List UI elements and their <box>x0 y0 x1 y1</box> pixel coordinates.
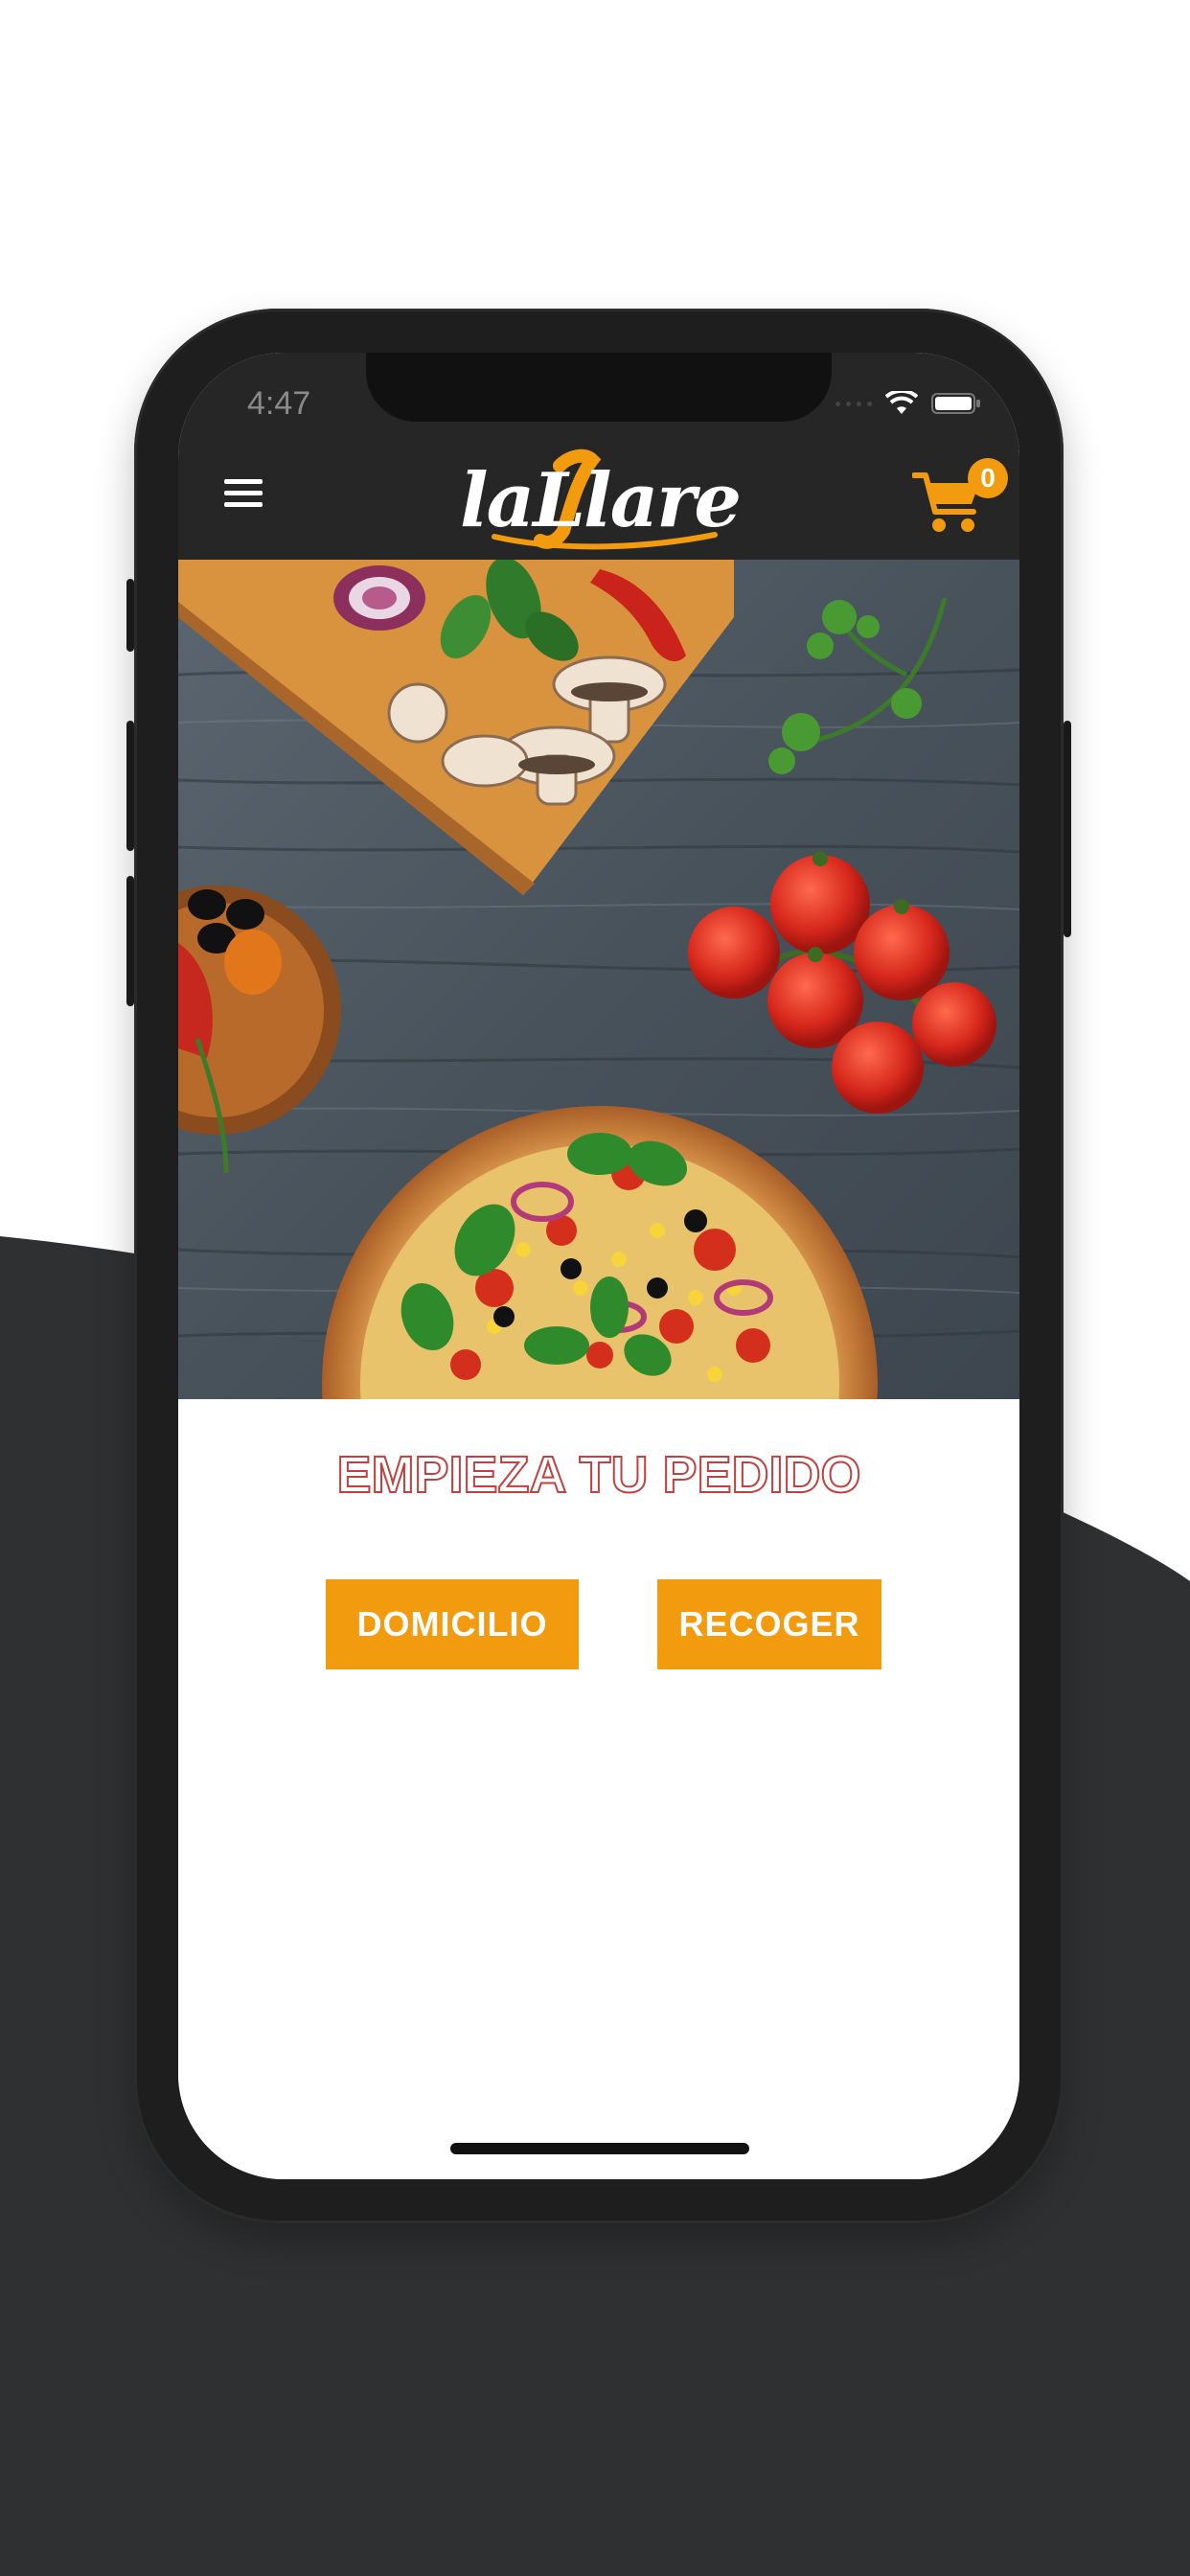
brand-logo[interactable]: laLlare <box>456 448 744 554</box>
delivery-button[interactable]: DOMICILIO <box>326 1579 579 1669</box>
volume-up-button <box>126 721 134 851</box>
battery-icon <box>931 392 981 415</box>
order-section: EMPIEZA TU PEDIDO DOMICILIO RECOGER <box>178 1399 1019 2179</box>
home-indicator[interactable] <box>450 2143 749 2154</box>
volume-down-button <box>126 876 134 1006</box>
phone-frame: 4:47 laLlare 0 EMPIEZA TU PEDIDO DOMICIL… <box>126 309 1071 2223</box>
hero-image <box>178 560 1019 1399</box>
mute-switch <box>126 579 134 652</box>
promo-canvas: 4:47 laLlare 0 EMPIEZA TU PEDIDO DOMICIL… <box>0 0 1190 2576</box>
cart-button[interactable]: 0 <box>912 458 1008 544</box>
pickup-button[interactable]: RECOGER <box>657 1579 881 1669</box>
hamburger-menu-icon[interactable] <box>224 479 263 508</box>
wifi-icon <box>885 391 918 416</box>
order-headline: EMPIEZA TU PEDIDO <box>335 1445 861 1505</box>
logo-text: laLlare <box>460 457 742 544</box>
status-icons <box>835 391 981 416</box>
pizza-ingredients-photo <box>178 560 1019 1399</box>
app-header: 4:47 laLlare 0 <box>178 353 1019 560</box>
power-button <box>1064 721 1071 937</box>
app-screen: 4:47 laLlare 0 EMPIEZA TU PEDIDO DOMICIL… <box>178 353 1019 2179</box>
signal-dots-icon <box>835 401 872 406</box>
cart-count-badge: 0 <box>968 458 1008 498</box>
device-notch <box>366 353 832 422</box>
status-time: 4:47 <box>247 385 311 422</box>
